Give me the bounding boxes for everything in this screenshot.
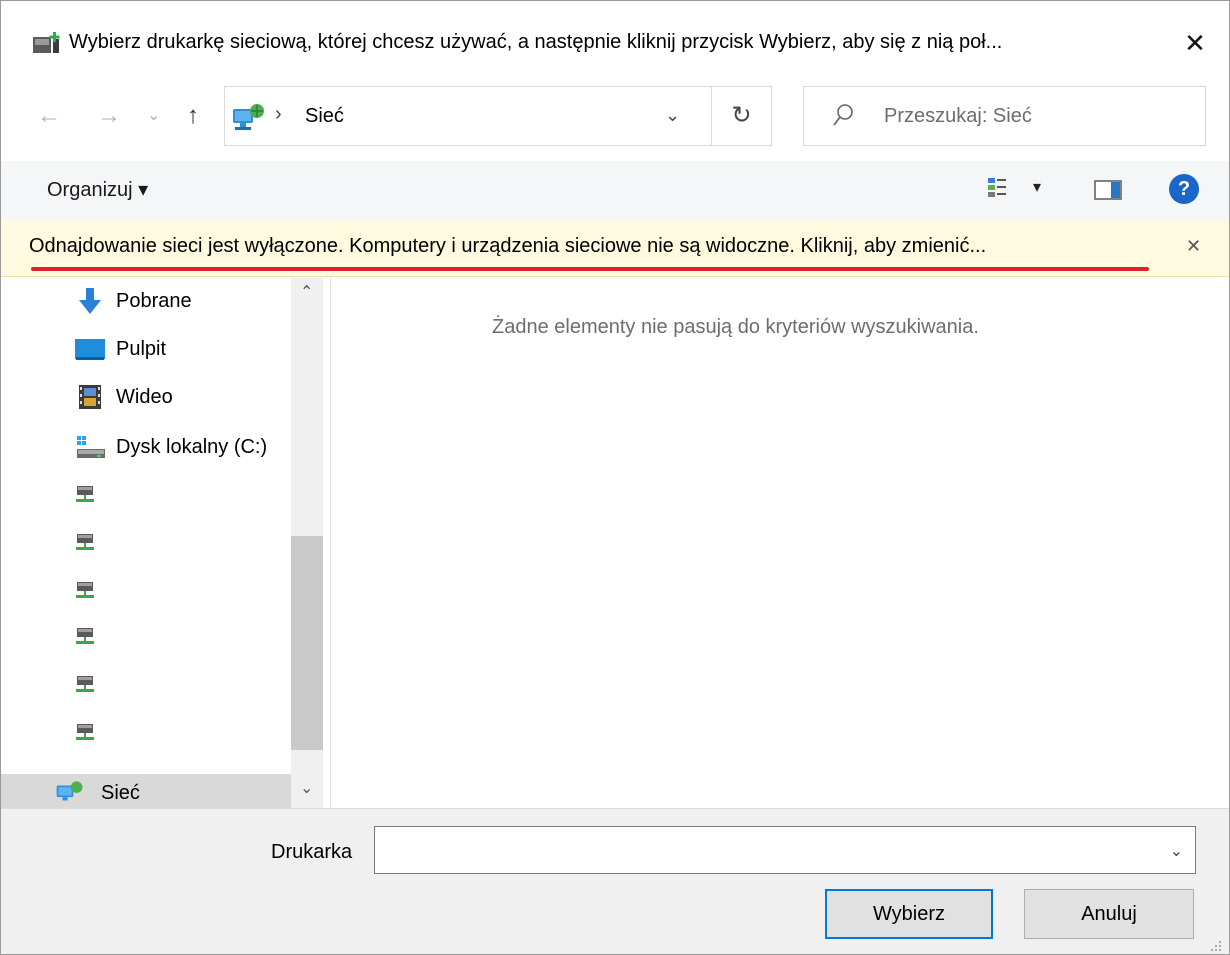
network-icon xyxy=(233,104,264,130)
resize-grip-icon[interactable] xyxy=(1209,939,1223,953)
breadcrumb-location[interactable]: Sieć xyxy=(305,105,344,128)
sidebar-item-local-disk[interactable]: Dysk lokalny (C:) xyxy=(1,424,291,470)
up-button[interactable]: ↑ xyxy=(187,101,199,131)
network-drive-icon xyxy=(76,534,94,550)
sidebar-item-label: Dysk lokalny (C:) xyxy=(116,436,268,458)
search-placeholder[interactable]: Przeszukaj: Sieć xyxy=(884,105,1032,128)
printer-label: Drukarka xyxy=(271,841,353,863)
sidebar-item-network-drive[interactable] xyxy=(1,614,291,660)
search-icon xyxy=(833,104,853,126)
title-bar: Wybierz drukarkę sieciową, której chcesz… xyxy=(1,1,1229,86)
desktop-icon xyxy=(75,339,105,360)
navigation-pane: Pobrane Pulpit Wideo Dysk lokalny (C:) S… xyxy=(1,278,331,808)
sidebar-item-desktop[interactable]: Pulpit xyxy=(1,326,291,372)
infobar-close-icon[interactable]: ✕ xyxy=(1186,236,1201,257)
change-view-icon[interactable] xyxy=(987,177,1007,199)
sidebar-item-label: Sieć xyxy=(101,782,140,804)
chevron-down-icon[interactable]: ⌄ xyxy=(1170,841,1183,861)
network-drive-icon xyxy=(76,486,94,502)
printer-dialog: Wybierz drukarkę sieciową, której chcesz… xyxy=(0,0,1230,955)
view-options-dropdown[interactable]: ▾ xyxy=(1033,177,1041,197)
organize-menu-button[interactable]: Organizuj ▾ xyxy=(47,177,148,202)
back-button[interactable]: ← xyxy=(37,101,61,131)
select-button[interactable]: Wybierz xyxy=(825,889,993,939)
local-disk-icon xyxy=(77,436,105,458)
forward-button[interactable]: → xyxy=(97,101,121,131)
file-list-area[interactable]: Żadne elementy nie pasują do kryteriów w… xyxy=(332,278,1229,808)
network-discovery-infobar[interactable]: Odnajdowanie sieci jest wyłączone. Kompu… xyxy=(1,219,1229,277)
sidebar-item-videos[interactable]: Wideo xyxy=(1,374,291,420)
refresh-button[interactable]: ↻ xyxy=(712,86,772,146)
empty-results-message: Żadne elementy nie pasują do kryteriów w… xyxy=(492,316,979,338)
help-icon[interactable]: ? xyxy=(1169,174,1199,204)
preview-pane-icon[interactable] xyxy=(1094,180,1122,200)
address-bar[interactable]: › Sieć ⌄ xyxy=(224,86,712,146)
printer-combobox[interactable]: ⌄ xyxy=(374,826,1196,874)
sidebar-item-network-drive[interactable] xyxy=(1,520,291,566)
command-toolbar: Organizuj ▾ ▾ ? xyxy=(1,161,1229,219)
network-drive-icon xyxy=(76,582,94,598)
network-icon xyxy=(56,781,83,801)
network-drive-icon xyxy=(76,676,94,692)
sidebar-item-network-drive[interactable] xyxy=(1,472,291,518)
network-drive-icon xyxy=(76,628,94,644)
close-button[interactable]: ✕ xyxy=(1173,23,1217,63)
infobar-message[interactable]: Odnajdowanie sieci jest wyłączone. Kompu… xyxy=(29,235,986,258)
cancel-button[interactable]: Anuluj xyxy=(1024,889,1194,939)
highlight-underline xyxy=(31,267,1149,271)
dialog-title: Wybierz drukarkę sieciową, której chcesz… xyxy=(69,31,1003,53)
sidebar-item-network-drive[interactable] xyxy=(1,568,291,614)
dialog-footer: Drukarka ⌄ Wybierz Anuluj xyxy=(1,808,1229,954)
scroll-thumb[interactable] xyxy=(291,536,323,750)
address-dropdown-icon[interactable]: ⌄ xyxy=(665,105,680,126)
scroll-down-icon[interactable]: ⌄ xyxy=(300,778,313,798)
sidebar-item-network[interactable]: Sieć xyxy=(1,774,291,808)
film-icon xyxy=(79,385,101,409)
recent-locations-button[interactable]: ⌄ xyxy=(147,101,160,131)
sidebar-item-label: Pulpit xyxy=(116,338,167,360)
sidebar-item-label: Pobrane xyxy=(116,290,192,312)
search-box[interactable]: Przeszukaj: Sieć xyxy=(803,86,1206,146)
sidebar-scrollbar[interactable]: ⌃ ⌄ xyxy=(291,278,323,808)
network-drive-icon xyxy=(76,724,94,740)
sidebar-item-network-drive[interactable] xyxy=(1,710,291,756)
breadcrumb-separator: › xyxy=(275,103,282,125)
sidebar-item-label: Wideo xyxy=(116,386,173,408)
scroll-up-icon[interactable]: ⌃ xyxy=(300,282,313,302)
sidebar-item-network-drive[interactable] xyxy=(1,662,291,708)
sidebar-item-downloads[interactable]: Pobrane xyxy=(1,278,291,324)
add-printer-icon xyxy=(33,32,60,53)
download-arrow-icon xyxy=(79,288,101,314)
